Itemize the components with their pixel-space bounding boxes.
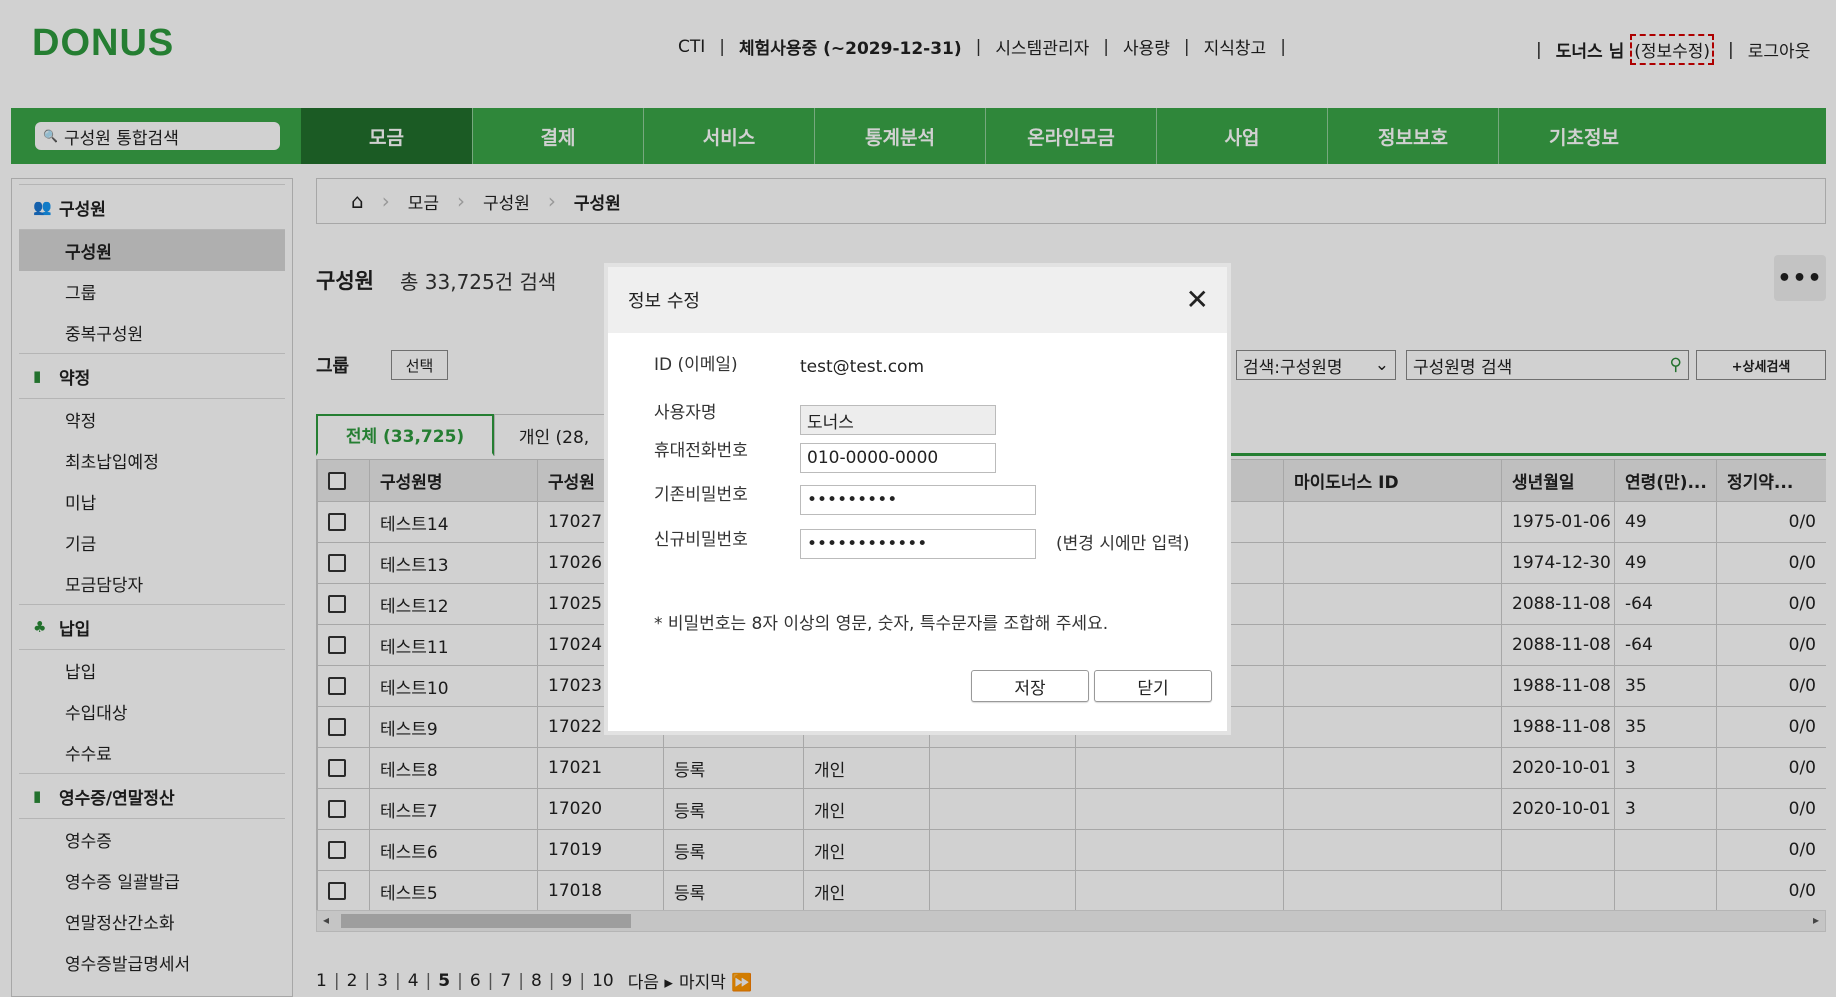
new-password-hint: (변경 시에만 입력)	[1056, 533, 1190, 554]
id-row: ID (이메일) test@test.com	[654, 347, 925, 378]
close-icon[interactable]: ✕	[1186, 286, 1209, 314]
new-password-label: 신규비밀번호	[654, 529, 748, 550]
id-label: ID (이메일)	[654, 354, 738, 375]
phone-label: 휴대전화번호	[654, 440, 748, 461]
new-password-row: 신규비밀번호 •••••••••••• (변경 시에만 입력)	[654, 515, 1190, 559]
old-password-row: 기존비밀번호 •••••••••	[654, 469, 1036, 515]
modal-title: 정보 수정	[628, 291, 700, 312]
id-value: test@test.com	[800, 357, 925, 377]
old-password-field[interactable]: •••••••••	[800, 485, 1036, 515]
new-password-field[interactable]: ••••••••••••	[800, 529, 1036, 559]
password-rule-note: * 비밀번호는 8자 이상의 영문, 숫자, 특수문자를 조합해 주세요.	[654, 614, 1109, 634]
name-label: 사용자명	[654, 402, 717, 423]
modal-header: 정보 수정 ✕	[608, 267, 1227, 333]
edit-info-modal: 정보 수정 ✕ ID (이메일) test@test.com 사용자명 도너스 …	[604, 263, 1231, 735]
save-button[interactable]: 저장	[971, 670, 1089, 702]
phone-row: 휴대전화번호 010-0000-0000	[654, 423, 996, 473]
old-password-label: 기존비밀번호	[654, 484, 748, 505]
close-button[interactable]: 닫기	[1094, 670, 1212, 702]
